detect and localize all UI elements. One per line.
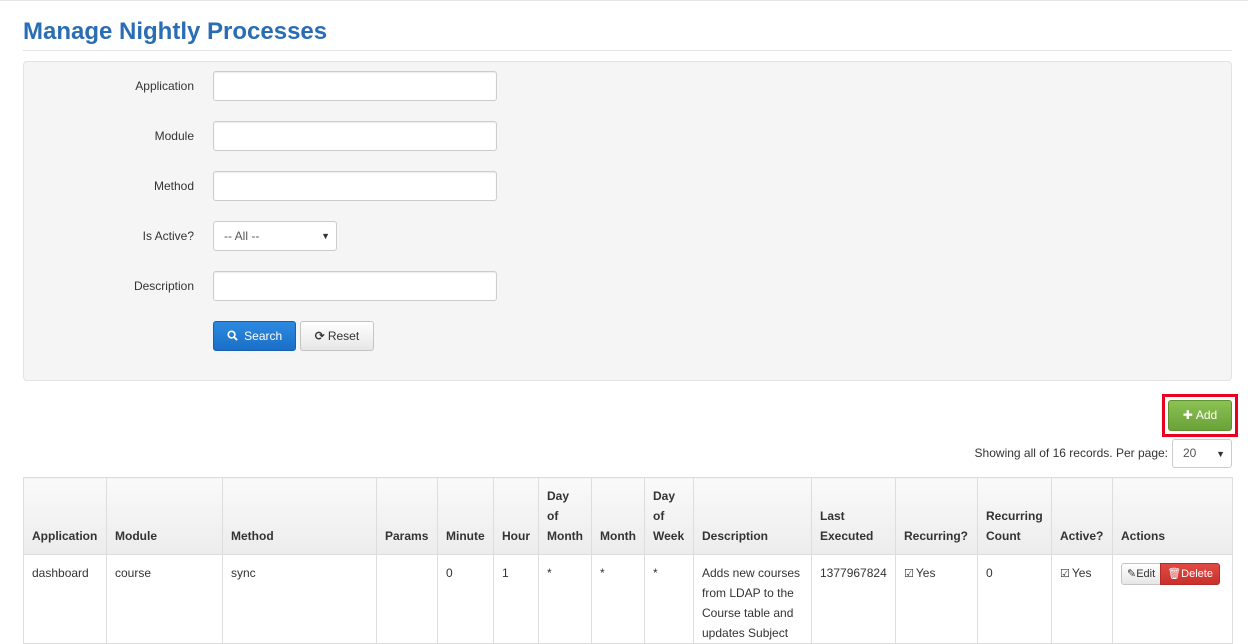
application-row: Application (24, 71, 624, 101)
search-button[interactable]: Search (213, 321, 296, 351)
cell-minute: 0 (437, 554, 494, 644)
processes-table: Application Module Method Params Minute … (23, 477, 1233, 644)
add-button[interactable]: ✚ Add (1168, 400, 1232, 431)
pencil-icon: ✎ (1127, 568, 1137, 580)
module-row: Module (24, 121, 624, 151)
active-value: Yes (1071, 566, 1092, 580)
cell-method: sync (222, 554, 377, 644)
cell-recurring: ☑ Yes (895, 554, 978, 644)
is-active-select[interactable]: -- All -- ▼ (213, 221, 337, 251)
edit-button[interactable]: ✎Edit (1121, 563, 1162, 585)
table-row: dashboard course sync 0 1 * * * Adds new… (23, 554, 1233, 644)
caret-down-icon: ▼ (1216, 449, 1225, 459)
reset-button-label: Reset (327, 329, 360, 343)
caret-down-icon: ▼ (321, 231, 330, 241)
cell-module: course (106, 554, 223, 644)
application-input[interactable] (213, 71, 497, 101)
column-header-active[interactable]: Active? (1051, 477, 1113, 555)
description-label: Description (133, 279, 194, 293)
refresh-icon: ⟳ (314, 329, 325, 343)
description-input[interactable] (213, 271, 497, 301)
column-header-description[interactable]: Description (693, 477, 812, 555)
row-actions: ✎Edit 🗑Delete (1121, 563, 1224, 585)
is-active-selected-value: -- All -- (224, 229, 260, 243)
delete-button-label: Delete (1181, 568, 1213, 580)
cell-last-executed: 1377967824 (811, 554, 896, 644)
cell-hour: 1 (493, 554, 539, 644)
table-header-row: Application Module Method Params Minute … (23, 477, 1233, 555)
cell-day-of-week: * (644, 554, 694, 644)
cell-day-of-month: * (538, 554, 592, 644)
reset-button[interactable]: ⟳ Reset (300, 321, 374, 351)
per-page-value: 20 (1183, 446, 1197, 460)
column-header-minute[interactable]: Minute (437, 477, 494, 555)
column-header-month[interactable]: Month (591, 477, 645, 555)
column-header-last-executed[interactable]: Last Executed (811, 477, 896, 555)
column-header-hour[interactable]: Hour (493, 477, 539, 555)
module-input[interactable] (213, 121, 497, 151)
column-header-params[interactable]: Params (376, 477, 438, 555)
column-header-day-of-month[interactable]: Day of Month (538, 477, 592, 555)
cell-description: Adds new courses from LDAP to the Course… (693, 554, 812, 644)
add-button-label: Add (1195, 408, 1218, 422)
recurring-value: Yes (915, 566, 936, 580)
description-row: Description (24, 271, 624, 301)
per-page-select[interactable]: 20 ▼ (1172, 439, 1232, 468)
delete-button[interactable]: 🗑Delete (1160, 563, 1220, 585)
column-header-actions: Actions (1112, 477, 1233, 555)
cell-recurring-count: 0 (977, 554, 1052, 644)
method-input[interactable] (213, 171, 497, 201)
module-label: Module (154, 129, 194, 143)
search-panel: Application Module Method Is Active? -- … (23, 61, 1232, 381)
column-header-day-of-week[interactable]: Day of Week (644, 477, 694, 555)
is-active-row: Is Active? -- All -- ▼ (24, 221, 624, 251)
cell-active: ☑ Yes (1051, 554, 1113, 644)
method-row: Method (24, 171, 624, 201)
is-active-label: Is Active? (142, 229, 194, 243)
column-header-recurring-count[interactable]: Recurring Count (977, 477, 1052, 555)
method-label: Method (153, 179, 194, 193)
search-icon (227, 329, 241, 343)
cell-actions: ✎Edit 🗑Delete (1112, 554, 1233, 644)
cell-month: * (591, 554, 645, 644)
column-header-method[interactable]: Method (222, 477, 377, 555)
records-info: Showing all of 16 records. Per page: (974, 446, 1168, 460)
title-divider (23, 50, 1232, 51)
top-border (0, 0, 1248, 1)
cell-application: dashboard (23, 554, 107, 644)
checkbox-checked-icon: ☑ (1060, 568, 1070, 580)
edit-button-label: Edit (1136, 568, 1156, 580)
application-label: Application (135, 79, 194, 93)
page-title: Manage Nightly Processes (23, 18, 328, 45)
plus-icon: ✚ (1182, 408, 1193, 422)
column-header-recurring[interactable]: Recurring? (895, 477, 978, 555)
search-button-label: Search (244, 329, 283, 343)
cell-params (376, 554, 438, 644)
checkbox-checked-icon: ☑ (904, 568, 914, 580)
column-header-module[interactable]: Module (106, 477, 223, 555)
trash-icon: 🗑 (1167, 568, 1182, 580)
column-header-application[interactable]: Application (23, 477, 107, 555)
